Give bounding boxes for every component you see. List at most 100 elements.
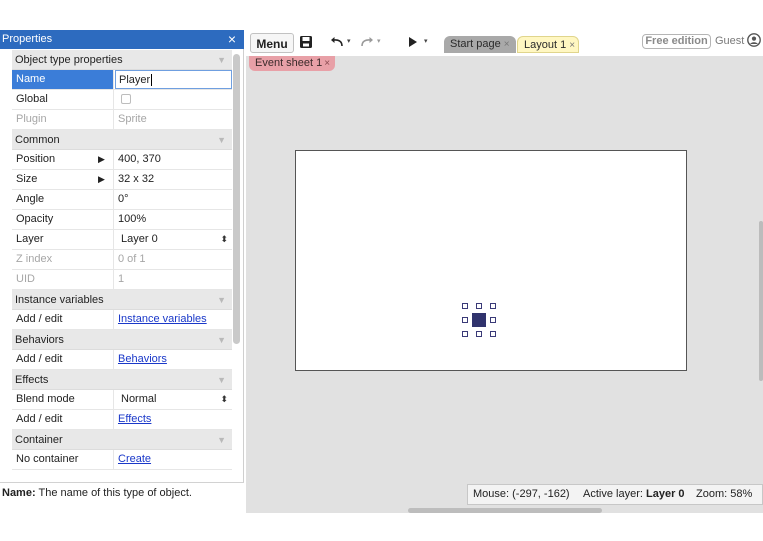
property-link[interactable]: Create [118, 453, 151, 465]
layout-view[interactable]: Event sheet 1 × Mouse: (-297, -162) Activ… [246, 56, 763, 513]
property-value[interactable]: Behaviors [115, 350, 232, 369]
properties-scrollbar[interactable] [233, 54, 240, 344]
menu-button[interactable]: Menu [250, 33, 294, 53]
resize-handle-top-left[interactable] [462, 303, 468, 309]
properties-panel: Properties × Object type properties ▼ Name… [0, 30, 244, 513]
close-icon[interactable]: × [504, 39, 510, 50]
property-key-label: Opacity [16, 213, 54, 225]
tab-event-sheet-1[interactable]: Event sheet 1 × [249, 56, 335, 71]
play-icon[interactable] [408, 36, 418, 48]
collapse-icon[interactable]: ▼ [217, 130, 226, 150]
resize-handle-bottom[interactable] [476, 331, 482, 337]
collapse-icon[interactable]: ▼ [217, 370, 226, 390]
property-section-header[interactable]: Behaviors ▼ [12, 330, 232, 350]
close-icon[interactable]: × [225, 30, 239, 49]
property-select[interactable]: Normal ⬍ [115, 390, 232, 409]
tab-start-page[interactable]: Start page × [444, 36, 516, 53]
property-row: Plugin Sprite [12, 110, 232, 130]
property-value: Sprite [115, 110, 232, 129]
property-value: 0 of 1 [115, 250, 232, 269]
property-select[interactable]: Layer 0 ⬍ [115, 230, 232, 249]
property-value[interactable]: 32 x 32 [115, 170, 232, 189]
save-icon[interactable] [299, 35, 313, 49]
property-row[interactable]: No container Create [12, 450, 232, 470]
property-key: Name [12, 70, 114, 89]
property-key: Add / edit [12, 410, 114, 429]
close-icon[interactable]: × [324, 58, 330, 69]
property-row[interactable]: Add / edit Instance variables [12, 310, 232, 330]
redo-dropdown-icon[interactable]: ▾ [377, 37, 381, 45]
property-value-text: 100% [118, 213, 147, 225]
property-row[interactable]: Add / edit Effects [12, 410, 232, 430]
property-row[interactable]: Global [12, 90, 232, 110]
property-key: No container [12, 450, 114, 469]
section-label: Instance variables [15, 294, 104, 306]
horizontal-scrollbar[interactable] [408, 508, 602, 513]
chevron-updown-icon[interactable]: ⬍ [220, 390, 228, 409]
property-row[interactable]: Blend mode Normal ⬍ [12, 390, 232, 410]
tab-layout-1[interactable]: Layout 1 × [517, 36, 579, 53]
property-row[interactable]: ▶ Position 400, 370 [12, 150, 232, 170]
section-label: Container [15, 434, 63, 446]
property-key-label: Add / edit [16, 413, 63, 425]
name-input[interactable]: Player [115, 70, 232, 89]
player-sprite[interactable] [472, 313, 486, 327]
property-key-label: Add / edit [16, 313, 63, 325]
undo-icon[interactable] [329, 36, 345, 48]
edition-badge[interactable]: Free edition [642, 34, 711, 49]
property-row[interactable]: Name Player [12, 70, 232, 90]
resize-handle-top-right[interactable] [490, 303, 496, 309]
collapse-icon[interactable]: ▼ [217, 290, 226, 310]
property-row[interactable]: Add / edit Behaviors [12, 350, 232, 370]
property-key: UID [12, 270, 114, 289]
property-value[interactable]: 0° [115, 190, 232, 209]
expand-icon[interactable]: ▶ [98, 150, 105, 169]
property-section-header[interactable]: Common ▼ [12, 130, 232, 150]
collapse-icon[interactable]: ▼ [217, 50, 226, 70]
property-section-header[interactable]: Effects ▼ [12, 370, 232, 390]
close-icon[interactable]: × [569, 40, 575, 51]
play-dropdown-icon[interactable]: ▾ [424, 37, 428, 45]
collapse-icon[interactable]: ▼ [217, 430, 226, 450]
property-value[interactable]: Instance variables [115, 310, 232, 329]
account-icon[interactable] [747, 33, 761, 47]
property-link[interactable]: Instance variables [118, 313, 207, 325]
resize-handle-bottom-left[interactable] [462, 331, 468, 337]
property-value[interactable]: 100% [115, 210, 232, 229]
user-name[interactable]: Guest [715, 34, 744, 49]
property-link[interactable]: Effects [118, 413, 151, 425]
property-row[interactable]: ▶ Size 32 x 32 [12, 170, 232, 190]
property-grid: Object type properties ▼ Name Player Global P… [12, 50, 232, 470]
property-row[interactable]: Angle 0° [12, 190, 232, 210]
undo-dropdown-icon[interactable]: ▾ [347, 37, 351, 45]
help-text: The name of this type of object. [38, 487, 192, 499]
chevron-updown-icon[interactable]: ⬍ [220, 230, 228, 249]
property-value-text: 400, 370 [118, 153, 161, 165]
property-value[interactable] [115, 90, 232, 109]
property-row: Z index 0 of 1 [12, 250, 232, 270]
global-checkbox[interactable] [121, 94, 131, 105]
property-link[interactable]: Behaviors [118, 353, 167, 365]
expand-icon[interactable]: ▶ [98, 170, 105, 189]
resize-handle-right[interactable] [490, 317, 496, 323]
property-section-header[interactable]: Container ▼ [12, 430, 232, 450]
resize-handle-left[interactable] [462, 317, 468, 323]
property-key-label: Add / edit [16, 353, 63, 365]
resize-handle-bottom-right[interactable] [490, 331, 496, 337]
resize-handle-top[interactable] [476, 303, 482, 309]
collapse-icon[interactable]: ▼ [217, 330, 226, 350]
property-key-label: Z index [16, 253, 53, 265]
property-value[interactable]: Effects [115, 410, 232, 429]
property-section-header[interactable]: Object type properties ▼ [12, 50, 232, 70]
property-section-header[interactable]: Instance variables ▼ [12, 290, 232, 310]
property-value: 1 [115, 270, 232, 289]
redo-icon[interactable] [359, 36, 375, 48]
property-value[interactable]: 400, 370 [115, 150, 232, 169]
property-row[interactable]: Opacity 100% [12, 210, 232, 230]
layout-canvas[interactable] [295, 150, 687, 371]
property-row[interactable]: Layer Layer 0 ⬍ [12, 230, 232, 250]
vertical-scrollbar[interactable] [759, 221, 763, 381]
property-value-text: 1 [118, 273, 125, 285]
property-value[interactable]: Create [115, 450, 232, 469]
property-key: Angle [12, 190, 114, 209]
